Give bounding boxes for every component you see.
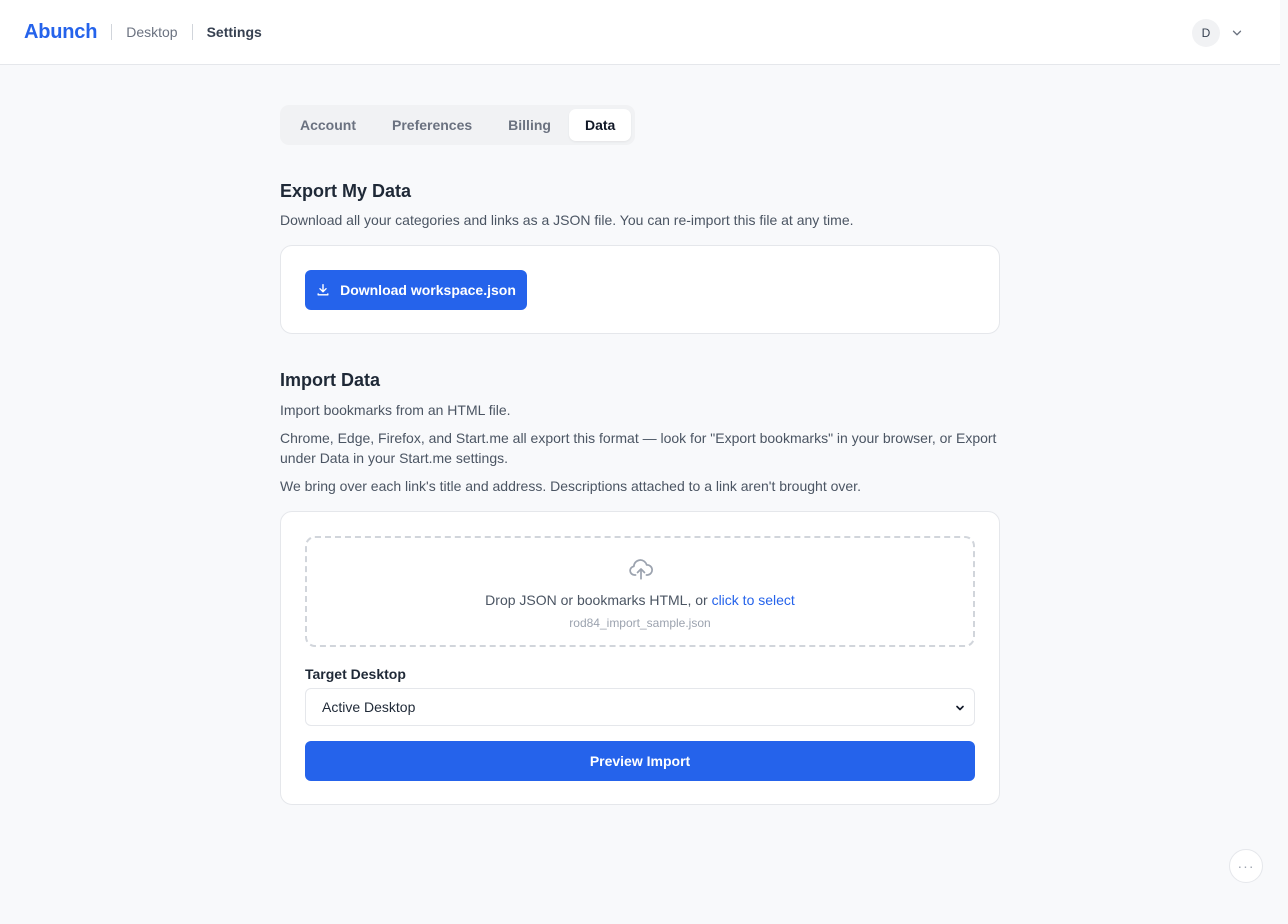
tab-billing[interactable]: Billing: [490, 109, 569, 141]
selected-file-name: rod84_import_sample.json: [569, 616, 711, 630]
export-title: Export My Data: [280, 181, 412, 201]
breadcrumb-settings: Settings: [206, 24, 262, 40]
import-paragraph: We bring over each link's title and addr…: [280, 478, 861, 494]
user-menu[interactable]: D: [1192, 19, 1244, 47]
more-icon: ···: [1237, 858, 1255, 874]
tab-account[interactable]: Account: [284, 109, 374, 141]
breadcrumb-separator: [111, 24, 113, 40]
tab-data[interactable]: Data: [568, 109, 632, 141]
target-desktop-select[interactable]: Active Desktop: [305, 688, 975, 726]
upload-cloud-icon: [629, 559, 653, 580]
file-dropzone[interactable]: Drop JSON or bookmarks HTML, or click to…: [305, 536, 975, 647]
download-icon: [317, 284, 329, 296]
export-description: Download all your categories and links a…: [280, 212, 854, 228]
preview-import-button[interactable]: Preview Import: [305, 741, 975, 781]
settings-tabs: Account Preferences Billing Data: [280, 105, 636, 145]
chevron-down-icon: [956, 705, 964, 711]
import-card: Drop JSON or bookmarks HTML, or click to…: [280, 511, 1000, 805]
target-desktop-value: Active Desktop: [322, 699, 416, 715]
click-to-select-link[interactable]: click to select: [712, 592, 795, 608]
breadcrumb-desktop[interactable]: Desktop: [126, 24, 177, 40]
import-title: Import Data: [280, 370, 381, 390]
target-desktop-label: Target Desktop: [305, 666, 406, 682]
download-button-label: Download workspace.json: [340, 282, 516, 298]
dropzone-text: Drop JSON or bookmarks HTML, or click to…: [307, 592, 973, 608]
app-logo[interactable]: Abunch: [24, 21, 97, 44]
tab-preferences[interactable]: Preferences: [374, 109, 490, 141]
export-card: Download workspace.json: [280, 245, 1000, 334]
import-paragraph: Chrome, Edge, Firefox, and Start.me all …: [280, 430, 997, 466]
import-section: Import Data Import bookmarks from an HTM…: [280, 370, 1000, 496]
chevron-down-icon[interactable]: [1230, 26, 1244, 40]
dropzone-instructions: Drop JSON or bookmarks HTML, or: [485, 592, 712, 608]
export-section: Export My Data Download all your categor…: [280, 181, 1000, 230]
breadcrumb-separator: [191, 24, 193, 40]
top-bar: Abunch Desktop Settings D: [0, 0, 1280, 65]
more-options-button[interactable]: ···: [1229, 849, 1263, 883]
import-paragraph: Import bookmarks from an HTML file.: [280, 402, 511, 418]
avatar[interactable]: D: [1192, 19, 1220, 47]
download-button[interactable]: Download workspace.json: [305, 270, 527, 310]
